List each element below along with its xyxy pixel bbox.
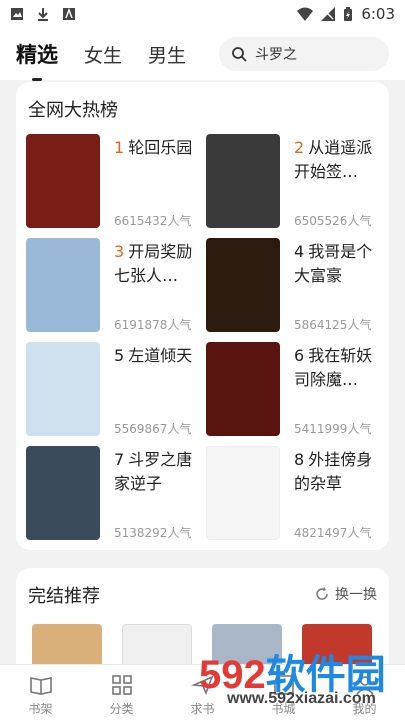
- hot-list-title: 全网大热榜: [28, 100, 118, 121]
- book-item[interactable]: 5 左道倾天 5569867人气: [16, 342, 196, 442]
- book-title[interactable]: 2 从逍遥派开始签…: [294, 136, 378, 184]
- book-title[interactable]: 6 我在斩妖司除魔…: [294, 344, 378, 392]
- popularity-count: 5411999人气: [294, 422, 372, 436]
- book-cover[interactable]: [206, 446, 280, 540]
- completed-title: 完结推荐: [28, 586, 100, 607]
- book-item[interactable]: 7 斗罗之唐家逆子 5138292人气: [16, 446, 196, 546]
- clock: 6:03: [361, 5, 395, 23]
- tab-featured[interactable]: 精选: [16, 39, 58, 81]
- book-cover[interactable]: [26, 446, 100, 540]
- nav-label: 分类: [109, 702, 134, 716]
- book-title[interactable]: 3 开局奖励七张人…: [114, 240, 198, 288]
- book-item[interactable]: 6 我在斩妖司除魔… 5411999人气: [196, 342, 376, 442]
- rank-number: 8: [294, 450, 305, 469]
- book-item[interactable]: 1 轮回乐园 6615432人气: [16, 134, 196, 234]
- popularity-count: 4821497人气: [294, 526, 372, 540]
- rank-number: 7: [114, 450, 125, 469]
- popularity-count: 6505526人气: [294, 214, 372, 228]
- book-icon: [29, 677, 52, 695]
- book-title-text: 我在斩妖司除魔…: [294, 346, 373, 389]
- nav-category[interactable]: 分类: [81, 665, 162, 720]
- battery-icon: [344, 7, 353, 21]
- book-title-text: 斗罗之唐家逆子: [114, 450, 193, 493]
- status-bar: 6:03: [0, 0, 405, 28]
- rank-number: 5: [114, 346, 125, 365]
- image-icon: [11, 8, 23, 20]
- top-header: 精选 女生 男生 斗罗之: [0, 28, 405, 81]
- refresh-icon: [316, 587, 328, 600]
- signal-icon: [321, 7, 336, 21]
- book-cover[interactable]: [26, 238, 100, 332]
- book-item[interactable]: 3 开局奖励七张人… 6191878人气: [16, 238, 196, 338]
- font-icon: [63, 7, 75, 20]
- book-title-text: 左道倾天: [128, 346, 193, 365]
- book-title[interactable]: 4 我哥是个大富豪: [294, 240, 378, 288]
- watermark-url: www.592xiazai.com: [227, 690, 376, 707]
- tab-male[interactable]: 男生: [148, 41, 186, 68]
- book-cover[interactable]: [206, 134, 280, 228]
- hot-list-card: 全网大热榜 1 轮回乐园 6615432人气 2 从逍遥派开始签… 6505526人气 3 开…: [16, 82, 389, 550]
- search-text: 斗罗之: [255, 47, 297, 63]
- book-cover[interactable]: [206, 238, 280, 332]
- nav-bookshelf[interactable]: 书架: [0, 665, 81, 720]
- book-title-text: 我哥是个大富豪: [294, 242, 373, 285]
- tab-female[interactable]: 女生: [84, 41, 122, 68]
- book-cover[interactable]: [26, 134, 100, 228]
- popularity-count: 5138292人气: [114, 526, 192, 540]
- rank-number: 2: [294, 138, 305, 157]
- rank-number: 6: [294, 346, 305, 365]
- refresh-button[interactable]: 换一换: [315, 584, 377, 604]
- nav-label: 书架: [28, 702, 53, 716]
- book-title[interactable]: 8 外挂傍身的杂草: [294, 448, 378, 496]
- book-title-text: 外挂傍身的杂草: [294, 450, 373, 493]
- rank-number: 4: [294, 242, 305, 261]
- book-item[interactable]: 2 从逍遥派开始签… 6505526人气: [196, 134, 376, 234]
- popularity-count: 6615432人气: [114, 214, 192, 228]
- book-title-text: 轮回乐园: [128, 138, 193, 157]
- book-title[interactable]: 1 轮回乐园: [114, 136, 198, 160]
- watermark-logo: 592软件园 www.592xiazai.com: [199, 638, 399, 718]
- book-title[interactable]: 5 左道倾天: [114, 344, 198, 368]
- book-cover[interactable]: [26, 342, 100, 436]
- wifi-icon: [297, 7, 314, 21]
- book-title[interactable]: 7 斗罗之唐家逆子: [114, 448, 198, 496]
- book-cover[interactable]: [206, 342, 280, 436]
- popularity-count: 5864125人气: [294, 318, 372, 332]
- book-title-text: 从逍遥派开始签…: [294, 138, 373, 181]
- refresh-label: 换一换: [335, 587, 377, 603]
- rank-number: 1: [114, 138, 125, 157]
- popularity-count: 6191878人气: [114, 318, 192, 332]
- search-bar[interactable]: 斗罗之: [219, 37, 389, 71]
- search-icon: [232, 47, 247, 62]
- download-icon: [38, 8, 48, 21]
- grid-icon: [111, 675, 132, 695]
- rank-number: 3: [114, 242, 125, 261]
- popularity-count: 5569867人气: [114, 422, 192, 436]
- book-item[interactable]: 8 外挂傍身的杂草 4821497人气: [196, 446, 376, 546]
- book-title-text: 开局奖励七张人…: [114, 242, 193, 285]
- book-item[interactable]: 4 我哥是个大富豪 5864125人气: [196, 238, 376, 338]
